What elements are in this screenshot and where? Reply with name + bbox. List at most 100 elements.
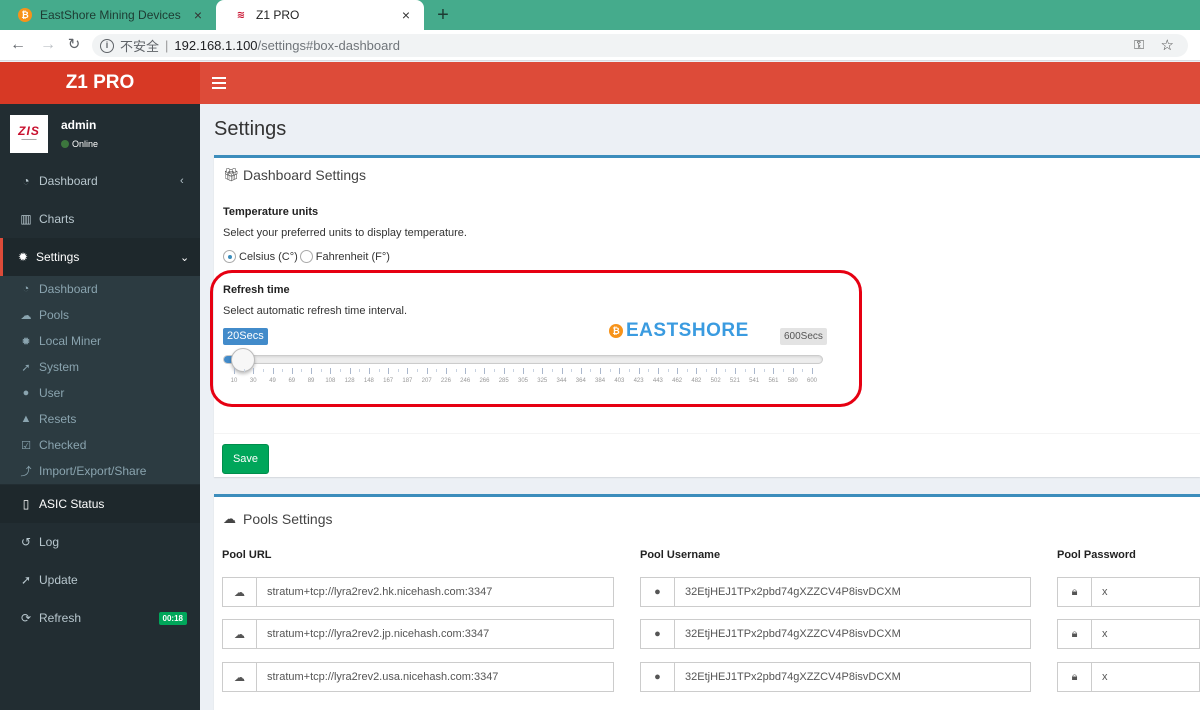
save-button[interactable]: Save <box>222 444 269 474</box>
gear-icon: ✹ <box>17 250 29 264</box>
avatar: ZIS ━━━━━ <box>10 115 48 153</box>
bar-chart-icon: ▥ <box>20 212 32 226</box>
submenu-item-checked[interactable]: ☑ Checked <box>0 432 200 458</box>
refresh-icon: ⟳ <box>20 611 32 625</box>
pool-url-field[interactable]: stratum+tcp://lyra2rev2.usa.nicehash.com… <box>257 662 614 692</box>
browser-tab-z1pro[interactable]: ≋ Z1 PRO × <box>216 0 424 30</box>
submenu-item-label: Import/Export/Share <box>39 464 147 478</box>
slider-tick-label: 384 <box>595 378 606 384</box>
slider-tick <box>291 368 293 374</box>
sidebar-item-log[interactable]: ↺ Log <box>0 523 200 561</box>
z1-logo-icon: ZIS <box>18 124 40 138</box>
celsius-radio[interactable] <box>223 250 236 263</box>
temperature-units-options: Celsius (C°) Fahrenheit (F°) <box>223 250 390 263</box>
app-logo[interactable]: Z1 PRO <box>0 62 200 104</box>
submenu-item-label: Dashboard <box>39 282 98 296</box>
address-bar[interactable]: i 不安全 | 192.168.1.100 /settings#box-dash… <box>92 34 1188 57</box>
slider-tick <box>542 368 544 374</box>
bookmark-star-icon[interactable]: ☆ <box>1161 36 1174 54</box>
sidebar-item-refresh[interactable]: ⟳ Refresh 00:18 <box>0 599 200 637</box>
close-icon[interactable]: × <box>190 7 206 23</box>
slider-tick <box>426 368 428 374</box>
slider-tick-label: 128 <box>344 378 355 384</box>
refresh-time-slider[interactable]: 20Secs 600Secs 10 30 49 69 89 108 128 148 167 187… <box>223 328 827 392</box>
slider-tick-label: 108 <box>325 378 336 384</box>
close-icon[interactable]: × <box>398 7 414 23</box>
slider-tick <box>619 368 621 374</box>
fahrenheit-radio[interactable] <box>299 250 313 263</box>
slider-tick <box>349 368 351 374</box>
submenu-item-user[interactable]: ● User <box>0 380 200 406</box>
tab-title: EastShore Mining Devices <box>40 8 181 22</box>
slider-minor-tick <box>494 369 496 372</box>
pool-password-field[interactable]: x <box>1092 619 1200 649</box>
pool-password-field[interactable]: x <box>1092 577 1200 607</box>
box-header: 🎁︎ Dashboard Settings <box>214 158 1200 192</box>
submenu-item-import-export-share[interactable]: ⤴ Import/Export/Share <box>0 458 200 484</box>
sidebar-item-label: Charts <box>39 212 75 226</box>
slider-minor-tick <box>571 369 573 372</box>
new-tab-button[interactable]: + <box>432 4 454 26</box>
sidebar-item-dashboard[interactable]: ◔ Dashboard ‹ <box>0 162 200 200</box>
cloud-icon: ☁ <box>20 309 32 322</box>
browser-tab-eastshore[interactable]: ₿ EastShore Mining Devices × <box>0 0 216 30</box>
slider-tick-label: 403 <box>614 378 625 384</box>
pool-username-field[interactable]: 32EtjHEJ1TPx2pbd74gXZZCV4P8isvDCXM <box>675 577 1031 607</box>
slider-minor-tick <box>551 369 553 372</box>
submenu-item-local-miner[interactable]: ✹ Local Miner <box>0 328 200 354</box>
slider-tick-label: 325 <box>537 378 548 384</box>
celsius-label[interactable]: Celsius (C°) <box>239 251 298 263</box>
tab-title: Z1 PRO <box>256 8 300 22</box>
submenu-item-pools[interactable]: ☁ Pools <box>0 302 200 328</box>
submenu-item-dashboard[interactable]: ◔ Dashboard <box>0 276 200 302</box>
slider-minor-tick <box>725 369 727 372</box>
slider-tick-label: 423 <box>633 378 644 384</box>
share-icon: ⤴ <box>20 466 32 478</box>
user-name: admin <box>61 118 97 132</box>
sidebar-item-asic-status[interactable]: ▯ ASIC Status <box>0 485 200 523</box>
slider-minor-tick <box>763 369 765 372</box>
submenu-item-system[interactable]: ➚ System <box>0 354 200 380</box>
cloud-upload-icon: ☁ <box>222 619 257 649</box>
slider-tick <box>330 368 332 374</box>
slider-minor-tick <box>802 369 804 372</box>
gear-icon: ✹ <box>21 335 31 348</box>
pool-password-input-group: 🔒︎ x <box>1057 577 1200 607</box>
sidebar-item-charts[interactable]: ▥ Charts <box>0 200 200 238</box>
slider-tick-label: 266 <box>479 378 490 384</box>
slider-minor-tick <box>320 369 322 372</box>
security-status: 不安全 <box>120 39 160 54</box>
slider-track[interactable] <box>223 355 823 364</box>
sidebar-item-settings[interactable]: ✹ Settings ⌄ <box>0 238 200 276</box>
refresh-countdown-badge: 00:18 <box>158 611 187 625</box>
slider-tick-label: 49 <box>269 378 276 384</box>
hamburger-menu-icon[interactable] <box>212 74 226 92</box>
forward-arrow-icon[interactable]: → <box>38 35 58 55</box>
back-arrow-icon[interactable]: ← <box>8 35 28 55</box>
pool-username-field[interactable]: 32EtjHEJ1TPx2pbd74gXZZCV4P8isvDCXM <box>675 662 1031 692</box>
slider-tick <box>715 368 717 374</box>
reload-icon[interactable]: ↻ <box>64 35 84 55</box>
submenu-item-resets[interactable]: ▲ Resets <box>0 406 200 432</box>
slider-minor-tick <box>744 369 746 372</box>
pool-url-field[interactable]: stratum+tcp://lyra2rev2.jp.nicehash.com:… <box>257 619 614 649</box>
pool-password-field[interactable]: x <box>1092 662 1200 692</box>
key-icon[interactable]: ⚿ <box>1134 37 1144 53</box>
slider-tick-label: 167 <box>383 378 394 384</box>
fahrenheit-label[interactable]: Fahrenheit (F°) <box>316 251 390 263</box>
settings-submenu: ◔ Dashboard ☁ Pools ✹ Local Miner ➚ Syst… <box>0 276 200 484</box>
slider-tick-label: 10 <box>230 378 238 384</box>
sidebar-item-update[interactable]: ➚ Update <box>0 561 200 599</box>
slider-tick <box>368 368 370 374</box>
slider-tick <box>561 368 563 374</box>
pool-username-field[interactable]: 32EtjHEJ1TPx2pbd74gXZZCV4P8isvDCXM <box>675 619 1031 649</box>
slider-tick <box>407 368 409 374</box>
slider-tick-label: 69 <box>288 378 296 384</box>
pool-url-field[interactable]: stratum+tcp://lyra2rev2.hk.nicehash.com:… <box>257 577 614 607</box>
info-icon[interactable]: i <box>100 38 114 53</box>
slider-tick-label: 541 <box>749 378 760 384</box>
temperature-units-help: Select your preferred units to display t… <box>223 227 467 239</box>
bitcoin-icon: ₿ <box>18 8 32 22</box>
slider-minor-tick <box>590 369 592 372</box>
user-icon: ● <box>640 662 675 692</box>
